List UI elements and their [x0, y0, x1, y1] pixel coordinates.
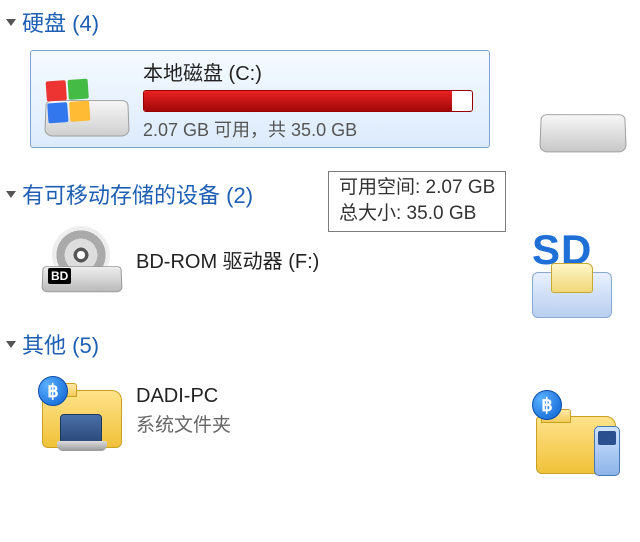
section-label: 有可移动存储的设备 (2)	[22, 178, 253, 210]
bd-badge: BD	[48, 268, 71, 284]
section-header-removable[interactable]: 有可移动存储的设备 (2)	[0, 172, 640, 216]
bluetooth-phone-item[interactable]: ฿	[532, 388, 628, 478]
section-header-other[interactable]: 其他 (5)	[0, 322, 640, 366]
phone-icon	[594, 426, 620, 476]
bluetooth-icon: ฿	[532, 390, 562, 420]
bdrom-label: BD-ROM 驱动器 (F:)	[136, 245, 319, 274]
drive-tooltip: 可用空间: 2.07 GB 总大小: 35.0 GB	[328, 171, 506, 232]
drive-c-item[interactable]: 本地磁盘 (C:) 2.07 GB 可用，共 35.0 GB	[30, 50, 490, 148]
hdd-system-icon	[39, 58, 135, 140]
tooltip-total: 总大小: 35.0 GB	[339, 201, 495, 227]
bluetooth-laptop-folder-icon: ฿	[38, 374, 126, 448]
drive-usage-text: 2.07 GB 可用，共 35.0 GB	[143, 116, 479, 142]
usage-bar	[143, 90, 473, 112]
bdrom-icon: BD	[38, 224, 126, 294]
sd-card-item[interactable]: SD	[532, 226, 628, 326]
drive-name: 本地磁盘 (C:)	[143, 57, 479, 86]
section-header-hdd[interactable]: 硬盘 (4)	[0, 0, 640, 44]
tooltip-free: 可用空间: 2.07 GB	[339, 175, 495, 201]
hdd-icon[interactable]	[540, 92, 628, 154]
section-label: 硬盘 (4)	[22, 6, 99, 38]
chevron-down-icon	[6, 341, 16, 348]
sd-reader-icon	[532, 272, 612, 318]
usage-bar-fill	[144, 91, 452, 111]
drive-c-info: 本地磁盘 (C:) 2.07 GB 可用，共 35.0 GB	[143, 57, 479, 142]
dadi-subtype: 系统文件夹	[136, 410, 231, 437]
section-label: 其他 (5)	[22, 328, 99, 360]
bluetooth-icon: ฿	[38, 376, 68, 406]
dadi-name: DADI-PC	[136, 385, 231, 408]
chevron-down-icon	[6, 191, 16, 198]
chevron-down-icon	[6, 19, 16, 26]
